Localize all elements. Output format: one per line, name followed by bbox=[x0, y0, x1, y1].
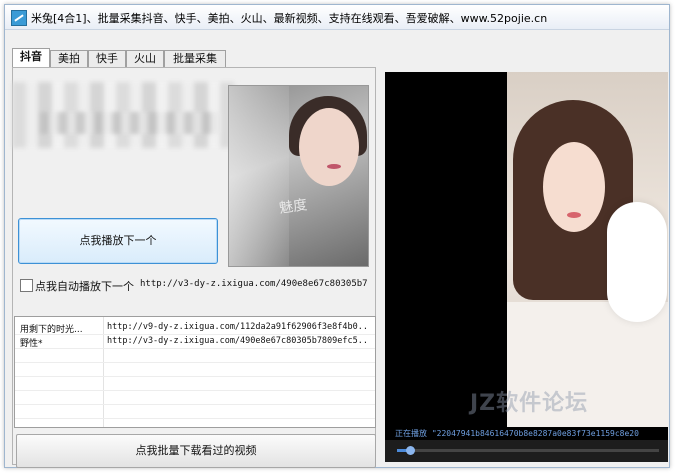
list-item[interactable]: 用剩下的时光... http://v9-dy-z.ixigua.com/112d… bbox=[15, 321, 375, 335]
play-next-button[interactable]: 点我播放下一个 bbox=[18, 218, 218, 264]
window-title: 米兔[4合1]、批量采集抖音、快手、美拍、火山、最新视频、支持在线观看、吾爱破解… bbox=[31, 12, 548, 25]
item-title: 野性* bbox=[20, 339, 43, 349]
list-item[interactable] bbox=[15, 391, 375, 405]
seek-track[interactable] bbox=[397, 446, 659, 455]
video-thumbnail: 魅度 bbox=[228, 85, 369, 267]
item-url: http://v3-dy-z.ixigua.com/490e8e67c80305… bbox=[107, 336, 369, 346]
thumbnail-lips bbox=[327, 164, 341, 169]
autoplay-checkbox[interactable] bbox=[20, 279, 33, 292]
video-frame bbox=[507, 72, 668, 427]
thumbnail-face bbox=[299, 108, 359, 186]
video-dog bbox=[607, 202, 667, 322]
item-title: 用剩下的时光... bbox=[20, 325, 83, 335]
thumbnail-veil bbox=[229, 86, 289, 266]
seek-bar[interactable] bbox=[385, 440, 668, 462]
list-item[interactable]: 野性* http://v3-dy-z.ixigua.com/490e8e67c8… bbox=[15, 335, 375, 349]
list-item[interactable] bbox=[15, 377, 375, 391]
tab-batch-collect[interactable]: 批量采集 bbox=[164, 50, 226, 67]
tab-douyin[interactable]: 抖音 bbox=[12, 48, 50, 68]
tab-kuaishou[interactable]: 快手 bbox=[88, 50, 126, 67]
list-item[interactable] bbox=[15, 363, 375, 377]
video-face bbox=[543, 142, 605, 232]
now-playing-text: 正在播放 "22047941b84616470b8e8287a0e83f73e1… bbox=[395, 429, 639, 438]
site-watermark: JZ软件论坛 bbox=[470, 391, 589, 416]
app-logo-icon bbox=[11, 10, 27, 26]
thumbnail-watermark: 魅度 bbox=[278, 197, 309, 217]
blurred-info-text bbox=[40, 112, 220, 134]
item-url: http://v9-dy-z.ixigua.com/112da2a91f6290… bbox=[107, 322, 369, 332]
list-item[interactable] bbox=[15, 405, 375, 419]
video-lips bbox=[567, 212, 581, 218]
current-video-url: http://v3-dy-z.ixigua.com/490e8e67c80305… bbox=[140, 279, 368, 289]
history-list[interactable]: 用剩下的时光... http://v9-dy-z.ixigua.com/112d… bbox=[14, 316, 376, 428]
tab-meipai[interactable]: 美拍 bbox=[50, 50, 88, 67]
title-bar[interactable]: 米兔[4合1]、批量采集抖音、快手、美拍、火山、最新视频、支持在线观看、吾爱破解… bbox=[5, 5, 669, 30]
batch-download-button[interactable]: 点我批量下载看过的视频 bbox=[16, 434, 376, 468]
seek-handle[interactable] bbox=[406, 446, 416, 455]
tab-huoshan[interactable]: 火山 bbox=[126, 50, 164, 67]
autoplay-label[interactable]: 点我自动播放下一个 bbox=[35, 278, 134, 294]
list-item[interactable] bbox=[15, 349, 375, 363]
